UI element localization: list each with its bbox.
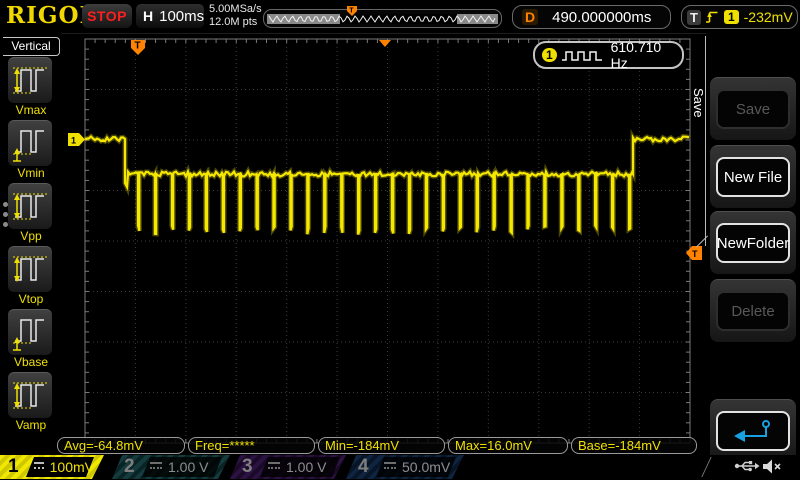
- memory-waveform-preview: T: [263, 6, 502, 28]
- dc-coupling-icon: [384, 462, 396, 472]
- frequency-counter: 1 610.710 Hz: [533, 41, 684, 69]
- trigger-badge[interactable]: T 1 -232mV: [681, 5, 798, 29]
- trigger-position-marker[interactable]: T: [131, 40, 145, 55]
- trigger-level-marker[interactable]: T: [686, 246, 702, 260]
- svg-text:T: T: [692, 249, 698, 259]
- sample-rate: 5.00MSa/s: [209, 3, 262, 16]
- delay-label: D: [522, 9, 538, 25]
- channel-scale: 1.00 V: [168, 459, 208, 475]
- memory-depth: 12.0M pts: [209, 16, 262, 29]
- memory-position-bar[interactable]: T: [263, 6, 502, 28]
- menu-tab-save: Save: [691, 88, 706, 118]
- vpp-icon: [8, 183, 52, 229]
- menu-item-label: Vamp: [8, 418, 54, 432]
- menu-item-vmin[interactable]: Vmin: [8, 120, 54, 180]
- channel-3-status[interactable]: 3 1.00 V: [230, 455, 346, 479]
- svg-text:T: T: [349, 8, 354, 15]
- channel-2-status[interactable]: 2 1.00 V: [112, 455, 230, 479]
- timebase-badge[interactable]: H 100ms: [136, 4, 204, 28]
- oscilloscope-screen: { "colors": { "ch1": "#f0e800", "ch2": "…: [0, 0, 800, 480]
- counter-value: 610.710 Hz: [611, 39, 682, 71]
- delete-button-label: Delete: [731, 303, 774, 320]
- footer-divider: [701, 457, 711, 477]
- vmax-icon: [8, 57, 52, 103]
- delay-value: 490.000000ms: [552, 9, 651, 26]
- counter-channel-badge: 1: [542, 48, 557, 62]
- vtop-icon: [8, 246, 52, 292]
- menu-item-label: Vmax: [8, 103, 54, 117]
- channel-scale: 100mV: [50, 459, 94, 475]
- acquisition-info: 5.00MSa/s 12.0M pts: [209, 3, 262, 29]
- new-folder-button[interactable]: NewFolder: [710, 211, 796, 274]
- vmin-icon: [8, 120, 52, 166]
- top-status-bar: RIGOL STOP H 100ms 5.00MSa/s 12.0M pts T…: [0, 0, 800, 34]
- delay-badge[interactable]: D 490.000000ms: [512, 5, 671, 29]
- save-button-label: Save: [736, 101, 770, 118]
- channel-number: 2: [124, 455, 135, 479]
- channel-scale: 50.0mV: [402, 459, 450, 475]
- menu-tab-frame: [705, 36, 706, 246]
- new-folder-button-label: NewFolder: [717, 235, 790, 252]
- dc-coupling-icon: [268, 462, 280, 472]
- channel-4-status[interactable]: 4 50.0mV: [346, 455, 464, 479]
- dc-coupling-icon: [34, 462, 44, 472]
- delay-center-marker: [379, 40, 391, 47]
- trigger-level-value: -232mV: [744, 9, 793, 25]
- run-state-label: STOP: [87, 8, 127, 24]
- menu-item-label: Vpp: [8, 229, 54, 243]
- channel-number: 4: [358, 455, 369, 479]
- measurement-avg: Avg=-64.8mV: [57, 437, 185, 454]
- menu-item-vtop[interactable]: Vtop: [8, 246, 54, 306]
- dc-coupling-icon: [150, 462, 162, 472]
- vamp-icon: [8, 372, 52, 418]
- speaker-muted-icon[interactable]: [762, 458, 784, 475]
- square-wave-icon: [561, 48, 605, 62]
- menu-item-vpp[interactable]: Vpp: [8, 183, 54, 243]
- measure-menu: Vertical Vmax Vmin Vpp: [0, 33, 62, 455]
- graticule-grid: [85, 39, 690, 443]
- channel1-ground-marker[interactable]: 1: [68, 133, 85, 146]
- run-state-badge[interactable]: STOP: [82, 4, 132, 28]
- delete-button: Delete: [710, 279, 796, 342]
- menu-item-vamp[interactable]: Vamp: [8, 372, 54, 432]
- svg-text:1: 1: [71, 136, 76, 146]
- channel-number: 1: [8, 455, 19, 479]
- menu-item-vbase[interactable]: Vbase: [8, 309, 54, 369]
- edge-trigger-icon: [705, 9, 719, 25]
- save-button: Save: [710, 77, 796, 140]
- usb-icon: [734, 458, 760, 474]
- measurement-max: Max=16.0mV: [448, 437, 568, 454]
- new-file-button[interactable]: New File: [710, 145, 796, 208]
- channel-status-bar: 1 100mV 2 1.00 V 3 1.00 V 4 50.0mV: [0, 455, 800, 480]
- menu-item-label: Vbase: [8, 355, 54, 369]
- channel-number: 3: [242, 455, 253, 479]
- save-menu-panel: Save Save New File NewFolder Delete: [706, 33, 800, 455]
- horizontal-label: H: [143, 8, 153, 24]
- trigger-label: T: [687, 10, 701, 25]
- menu-item-label: Vtop: [8, 292, 54, 306]
- back-button[interactable]: [710, 399, 796, 462]
- vbase-icon: [8, 309, 52, 355]
- channel-scale: 1.00 V: [286, 459, 326, 475]
- return-arrow-icon: [731, 418, 775, 444]
- measure-menu-title: Vertical: [3, 37, 60, 56]
- menu-item-label: Vmin: [8, 166, 54, 180]
- measurement-freq: Freq=*****: [188, 437, 315, 454]
- timebase-value: 100ms: [159, 8, 204, 25]
- measurement-base: Base=-184mV: [571, 437, 697, 454]
- waveform-display: T T 1: [64, 36, 706, 450]
- channel-1-status[interactable]: 1 100mV: [0, 455, 110, 479]
- new-file-button-label: New File: [724, 169, 782, 186]
- measurement-min: Min=-184mV: [318, 437, 445, 454]
- svg-text:T: T: [135, 41, 141, 52]
- trigger-source-badge: 1: [724, 10, 739, 24]
- menu-item-vmax[interactable]: Vmax: [8, 57, 54, 117]
- menu-page-dots: [3, 197, 8, 232]
